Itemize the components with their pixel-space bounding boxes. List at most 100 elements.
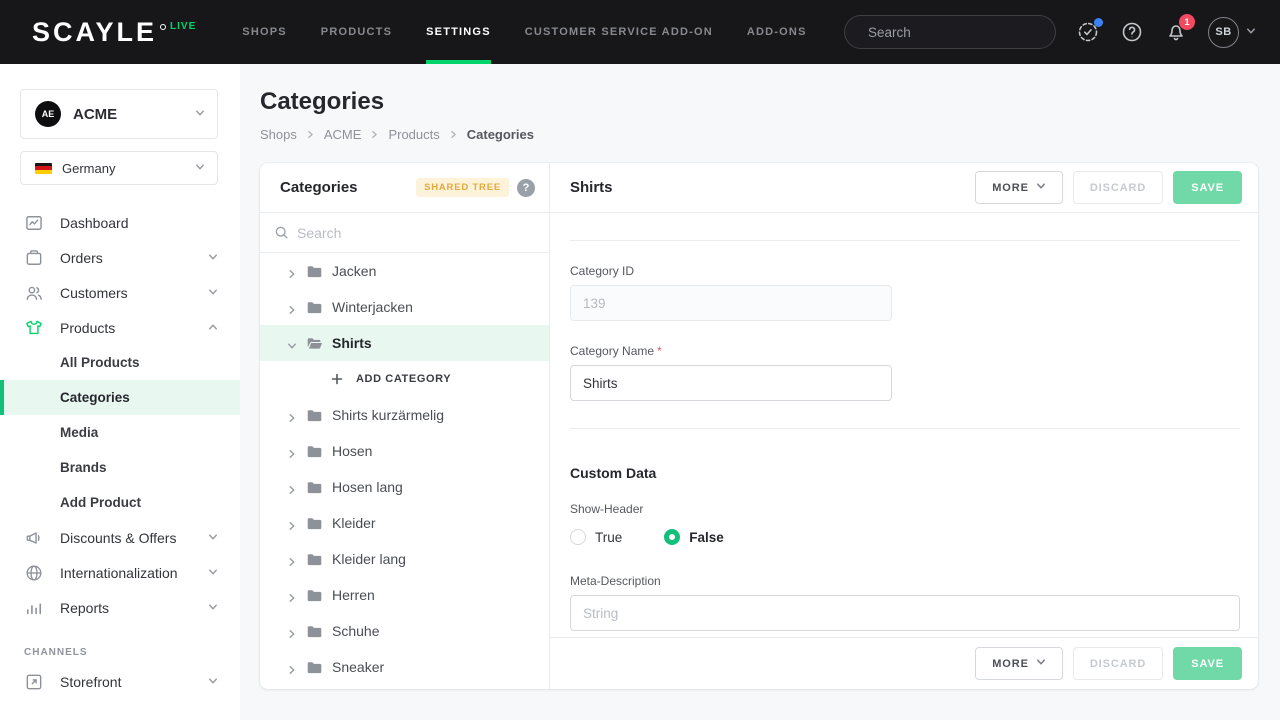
category-name-label: Category Name * [570, 344, 1240, 358]
sidebar-item-discounts-offers[interactable]: Discounts & Offers [0, 520, 240, 555]
tree-item-hosen[interactable]: Hosen [260, 433, 549, 469]
tree-item-clipped[interactable] [260, 685, 549, 689]
tree-item-winterjacken[interactable]: Winterjacken [260, 289, 549, 325]
tree-item-jacken[interactable]: Jacken [260, 253, 549, 289]
detail-header: Shirts MORE DISCARD SAVE [550, 163, 1258, 213]
chevron-down-icon [208, 249, 218, 267]
tree-item-label: Herren [332, 587, 375, 603]
more-button[interactable]: MORE [975, 171, 1063, 204]
tree-item-label: Jacken [332, 263, 376, 279]
folder-icon [306, 551, 323, 568]
add-category-button[interactable]: ADD CATEGORY [260, 361, 549, 397]
meta-description-field[interactable] [570, 595, 1240, 631]
radio-false[interactable]: False [664, 529, 724, 545]
reports-icon [24, 598, 44, 618]
show-header-radio-group: True False [570, 529, 1240, 545]
show-header-label: Show-Header [570, 502, 1240, 516]
tree-item-herren[interactable]: Herren [260, 577, 549, 613]
sidebar-item-reports[interactable]: Reports [0, 590, 240, 625]
sidebar-subitem-categories[interactable]: Categories [0, 380, 240, 415]
breadcrumb-categories: Categories [467, 127, 534, 142]
custom-data-heading: Custom Data [570, 465, 1240, 481]
radio-true[interactable]: True [570, 529, 622, 545]
radio-true-label: True [595, 530, 622, 545]
nav-customer-service-add-on[interactable]: CUSTOMER SERVICE ADD-ON [525, 0, 713, 64]
chevron-down-icon [1036, 181, 1046, 194]
tree-item-sneaker[interactable]: Sneaker [260, 649, 549, 685]
discard-button[interactable]: DISCARD [1073, 171, 1163, 204]
tree-item-schuhe[interactable]: Schuhe [260, 613, 549, 649]
sidebar-subitem-all-products[interactable]: All Products [0, 345, 240, 380]
required-asterisk: * [657, 344, 662, 358]
chevron-right-icon [287, 662, 297, 672]
tree-search-input[interactable] [297, 225, 497, 241]
sidebar-subitem-brands[interactable]: Brands [0, 450, 240, 485]
chevron-right-icon [287, 626, 297, 636]
radio-true-circle [570, 529, 586, 545]
tree-item-kleider[interactable]: Kleider [260, 505, 549, 541]
scayle-logo[interactable]: SCAYLE LIVE [32, 0, 196, 64]
dashboard-icon [24, 213, 44, 233]
breadcrumb-shops[interactable]: Shops [260, 127, 297, 142]
sidebar-item-customers[interactable]: Customers [0, 275, 240, 310]
save-label: SAVE [1191, 182, 1224, 194]
sidebar-item-label: Customers [60, 285, 128, 301]
tree-item-label: Sneaker [332, 659, 384, 675]
country-selector[interactable]: Germany [20, 151, 218, 185]
folder-icon [306, 623, 323, 640]
tree-item-shirts[interactable]: Shirts [260, 325, 549, 361]
country-name: Germany [62, 161, 115, 176]
tree-search[interactable] [260, 213, 549, 253]
global-search-input[interactable] [868, 25, 1018, 40]
system-status-icon[interactable] [1076, 20, 1100, 44]
sidebar-menu: DashboardOrders Customers ProductsAll Prod… [0, 205, 240, 625]
nav-shops[interactable]: SHOPS [242, 0, 287, 64]
sidebar-item-orders[interactable]: Orders [0, 240, 240, 275]
notification-badge: 1 [1179, 14, 1195, 30]
shop-selector[interactable]: AE ACME [20, 89, 218, 139]
breadcrumb: Shops ACME Products Categories [260, 127, 1258, 142]
tree-item-label: Shirts kurzärmelig [332, 407, 444, 423]
tree-help-icon[interactable]: ? [517, 179, 535, 197]
tree-item-hosen-lang[interactable]: Hosen lang [260, 469, 549, 505]
sidebar-item-products[interactable]: Products [0, 310, 240, 345]
chevron-right-icon [287, 302, 297, 312]
chevron-down-icon [195, 105, 205, 123]
more-label: MORE [992, 658, 1029, 670]
categories-card: Categories SHARED TREE ? JackenWinterjac… [260, 163, 1258, 689]
tree-item-kleider-lang[interactable]: Kleider lang [260, 541, 549, 577]
user-menu[interactable]: SB [1208, 17, 1256, 48]
folder-icon [306, 515, 323, 532]
save-button[interactable]: SAVE [1173, 171, 1242, 204]
live-badge: LIVE [170, 21, 196, 32]
meta-description-label: Meta-Description [570, 574, 1240, 588]
nav-add-ons[interactable]: ADD-ONS [747, 0, 807, 64]
folder-icon [306, 443, 323, 460]
breadcrumb-acme[interactable]: ACME [324, 127, 362, 142]
chevron-down-icon [195, 159, 205, 177]
save-button-footer[interactable]: SAVE [1173, 647, 1242, 680]
tree-item-shirts-kurz-rmelig[interactable]: Shirts kurzärmelig [260, 397, 549, 433]
chevron-right-icon [287, 518, 297, 528]
discard-button-footer[interactable]: DISCARD [1073, 647, 1163, 680]
more-button-footer[interactable]: MORE [975, 647, 1063, 680]
sidebar-item-internationalization[interactable]: Internationalization [0, 555, 240, 590]
main-content: Categories Shops ACME Products Categories C… [240, 64, 1280, 720]
channels-section-label: CHANNELS [24, 647, 240, 658]
category-name-field[interactable] [570, 365, 892, 401]
chevron-right-icon [287, 590, 297, 600]
nav-settings[interactable]: SETTINGS [426, 0, 491, 64]
breadcrumb-products[interactable]: Products [388, 127, 439, 142]
sidebar-subitem-add-product[interactable]: Add Product [0, 485, 240, 520]
nav-products[interactable]: PRODUCTS [321, 0, 392, 64]
shop-name: ACME [73, 106, 117, 123]
avatar: SB [1208, 17, 1239, 48]
sidebar-subitem-media[interactable]: Media [0, 415, 240, 450]
sidebar-item-storefront[interactable]: Storefront [0, 664, 240, 699]
sidebar-item-dashboard[interactable]: Dashboard [0, 205, 240, 240]
global-search[interactable] [844, 15, 1056, 49]
chevron-down-icon [1036, 657, 1046, 670]
notifications-bell-icon[interactable]: 1 [1164, 20, 1188, 44]
help-icon[interactable] [1120, 20, 1144, 44]
category-tree: Jacken WinterjackenShirtsADD CATEGORY Shir… [260, 253, 549, 689]
